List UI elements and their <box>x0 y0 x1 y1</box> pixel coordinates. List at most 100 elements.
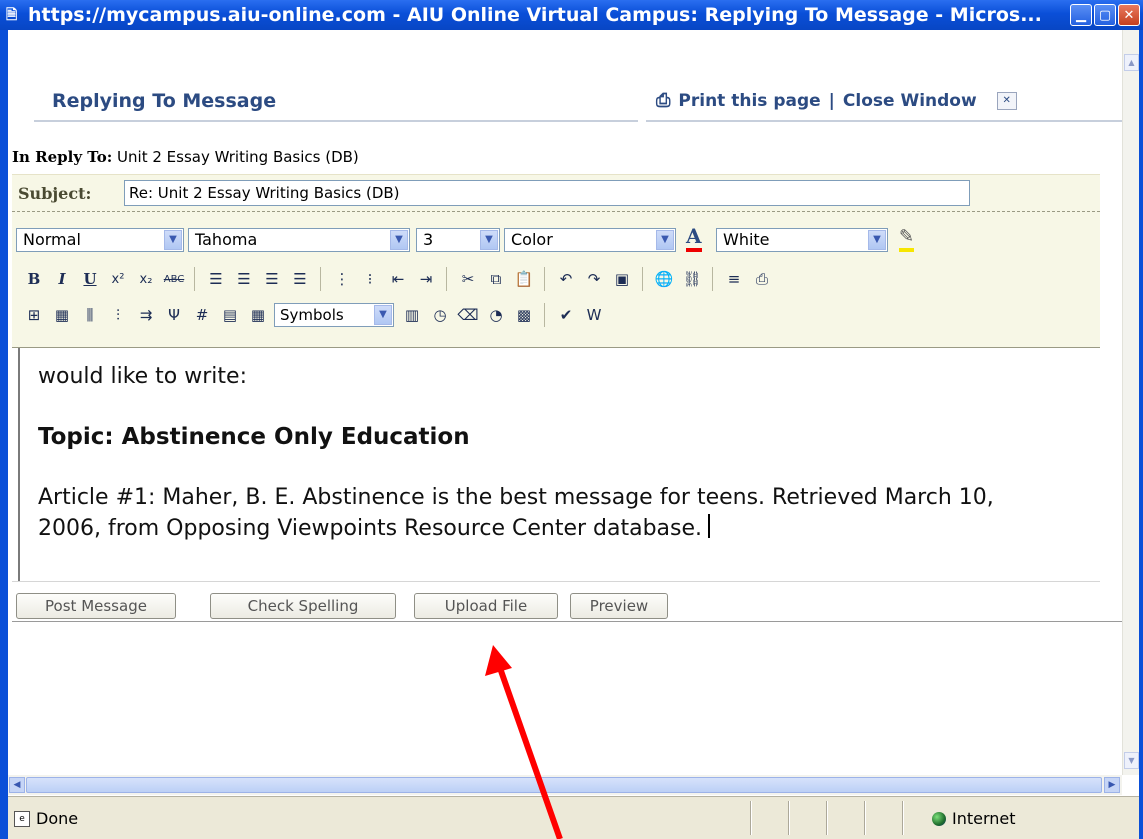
status-separator <box>788 801 790 835</box>
format-select[interactable]: Normal ▼ <box>16 228 184 252</box>
insert-image-icon[interactable]: ◔ <box>484 303 508 327</box>
close-window-link[interactable]: Close Window <box>843 91 977 111</box>
subscript-icon[interactable]: x₂ <box>134 267 158 291</box>
printer-icon[interactable]: ⎙ <box>656 90 670 111</box>
in-reply-label: In Reply To: <box>12 148 113 166</box>
italic-icon[interactable]: I <box>50 267 74 291</box>
horizontal-rule-icon[interactable]: ≡ <box>722 267 746 291</box>
toolbar-separator <box>194 267 196 291</box>
action-buttons: Post Message Check Spelling Upload File … <box>16 593 668 621</box>
maximize-icon[interactable]: ▢ <box>1094 4 1116 26</box>
symbols-select[interactable]: Symbols ▼ <box>274 303 394 327</box>
print-icon[interactable]: ⎙ <box>750 267 774 291</box>
title-underline <box>34 120 638 122</box>
bold-icon[interactable]: B <box>22 267 46 291</box>
spellcheck-icon[interactable]: ✔ <box>554 303 578 327</box>
window-titlebar: 🗎 https://mycampus.aiu-online.com - AIU … <box>0 0 1143 30</box>
toolbar-row-format: B I U x² x₂ ABC ☰ ☰ ☰ ☰ ⋮ ⁝ ⇤ ⇥ ✂ ⧉ 📋 ↶ … <box>22 266 778 292</box>
font-select[interactable]: Tahoma ▼ <box>188 228 410 252</box>
indent-icon[interactable]: ⇥ <box>414 267 438 291</box>
in-reply-to: In Reply To: Unit 2 Essay Writing Basics… <box>12 148 359 166</box>
security-zone: Internet <box>932 809 1016 828</box>
scroll-up-icon[interactable]: ▲ <box>1124 54 1139 71</box>
color-select[interactable]: Color ▼ <box>504 228 676 252</box>
toolbar-row-insert: ⊞ ▦ ⫼ ⫶ ⇉ Ψ # ▤ ▦ Symbols ▼ ▥ ◷ ⌫ ◔ ▩ ✔ … <box>22 302 610 328</box>
vertical-scrollbar[interactable]: ▲ ▼ <box>1122 30 1139 775</box>
table-border-icon[interactable]: ▤ <box>218 303 242 327</box>
highlight-color-icon[interactable]: ✎ <box>899 226 915 252</box>
scroll-down-icon[interactable]: ▼ <box>1124 752 1139 769</box>
insert-row-icon[interactable]: ⫶ <box>106 303 130 327</box>
bgcolor-select[interactable]: White ▼ <box>716 228 888 252</box>
preview-button[interactable]: Preview <box>570 593 668 619</box>
editor-toolbar: Normal ▼ Tahoma ▼ 3 ▼ Color ▼ A White ▼ … <box>12 212 1100 348</box>
html-source-icon[interactable]: ▩ <box>512 303 536 327</box>
insert-column-icon[interactable]: ⫼ <box>78 303 102 327</box>
size-select[interactable]: 3 ▼ <box>416 228 500 252</box>
insert-date-icon[interactable]: ▥ <box>400 303 424 327</box>
chevron-down-icon[interactable]: ▼ <box>480 230 498 250</box>
close-icon[interactable]: ✕ <box>1118 4 1140 26</box>
window-title: https://mycampus.aiu-online.com - AIU On… <box>28 4 1042 26</box>
split-cell-icon[interactable]: ⇉ <box>134 303 158 327</box>
align-right-icon[interactable]: ☰ <box>260 267 284 291</box>
close-window-icon[interactable]: ✕ <box>996 91 1017 110</box>
toolbar-separator <box>320 267 322 291</box>
table-properties-icon[interactable]: ⊞ <box>22 303 46 327</box>
align-center-icon[interactable]: ☰ <box>232 267 256 291</box>
scroll-right-icon[interactable]: ▶ <box>1104 777 1120 793</box>
insert-link-icon[interactable]: 🌐 <box>652 267 676 291</box>
in-reply-value: Unit 2 Essay Writing Basics (DB) <box>117 148 359 166</box>
post-message-button[interactable]: Post Message <box>16 593 176 619</box>
insert-table-icon[interactable]: ▦ <box>50 303 74 327</box>
upload-file-button[interactable]: Upload File <box>414 593 558 619</box>
eraser-icon[interactable]: ⌫ <box>456 303 480 327</box>
chevron-down-icon[interactable]: ▼ <box>656 230 674 250</box>
zone-text: Internet <box>952 809 1016 828</box>
align-left-icon[interactable]: ☰ <box>204 267 228 291</box>
status-separator <box>864 801 866 835</box>
article-line-1: Article #1: Maher, B. E. Abstinence is t… <box>38 485 994 510</box>
toolbar-separator <box>544 303 546 327</box>
minimize-icon[interactable]: ▁ <box>1070 4 1092 26</box>
font-color-icon[interactable]: A <box>686 224 702 252</box>
unlink-icon[interactable]: ⛓ <box>680 267 704 291</box>
check-spelling-button[interactable]: Check Spelling <box>210 593 396 619</box>
redo-icon[interactable]: ↷ <box>582 267 606 291</box>
undo-icon[interactable]: ↶ <box>554 267 578 291</box>
print-page-link[interactable]: Print this page <box>678 91 820 111</box>
outdent-icon[interactable]: ⇤ <box>386 267 410 291</box>
toolbar-separator <box>544 267 546 291</box>
article-line-2: 2006, from Opposing Viewpoints Resource … <box>38 516 703 541</box>
scrollbar-thumb[interactable] <box>26 777 1102 793</box>
strikethrough-icon[interactable]: ABC <box>162 267 186 291</box>
status-bar: e Done Internet <box>8 796 1139 839</box>
scroll-left-icon[interactable]: ◀ <box>9 777 25 793</box>
status-separator <box>902 801 904 835</box>
grid-icon[interactable]: # <box>190 303 214 327</box>
align-justify-icon[interactable]: ☰ <box>288 267 312 291</box>
copy-icon[interactable]: ⧉ <box>484 267 508 291</box>
chevron-down-icon[interactable]: ▼ <box>390 230 408 250</box>
underline-icon[interactable]: U <box>78 267 102 291</box>
chevron-down-icon[interactable]: ▼ <box>164 230 182 250</box>
insert-time-icon[interactable]: ◷ <box>428 303 452 327</box>
paste-from-word-icon[interactable]: W <box>582 303 606 327</box>
table-grid-icon[interactable]: ▦ <box>246 303 270 327</box>
horizontal-scrollbar[interactable]: ◀ ▶ <box>8 775 1122 795</box>
paste-icon[interactable]: 📋 <box>512 267 536 291</box>
chevron-down-icon[interactable]: ▼ <box>868 230 886 250</box>
numbered-list-icon[interactable]: ⋮ <box>330 267 354 291</box>
fullscreen-icon[interactable]: ▣ <box>610 267 634 291</box>
window-frame-right <box>1139 30 1143 839</box>
superscript-icon[interactable]: x² <box>106 267 130 291</box>
message-editor[interactable]: would like to write: Topic: Abstinence O… <box>18 348 1100 581</box>
cut-icon[interactable]: ✂ <box>456 267 480 291</box>
format-select-value: Normal <box>23 230 81 249</box>
text-caret <box>708 514 711 538</box>
subject-input[interactable] <box>124 180 970 206</box>
merge-cell-icon[interactable]: Ψ <box>162 303 186 327</box>
chevron-down-icon[interactable]: ▼ <box>374 305 392 325</box>
subject-label: Subject: <box>18 184 92 203</box>
bullet-list-icon[interactable]: ⁝ <box>358 267 382 291</box>
